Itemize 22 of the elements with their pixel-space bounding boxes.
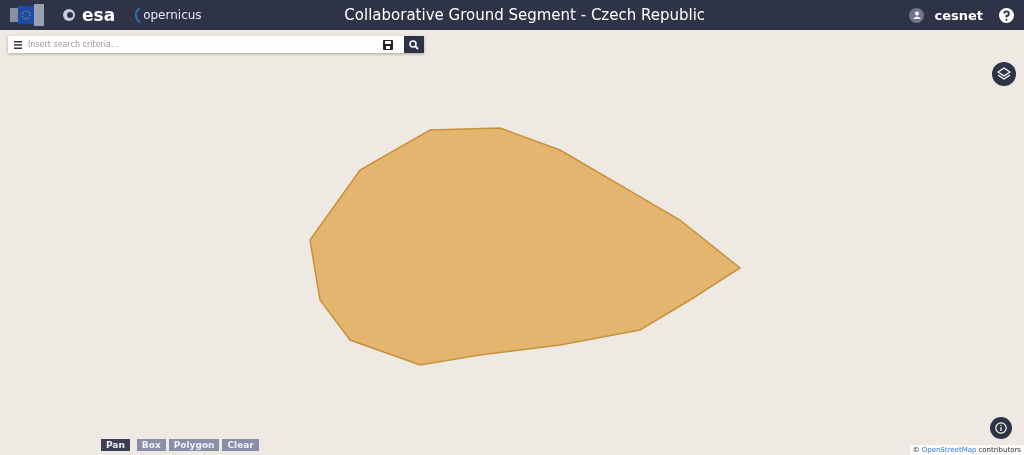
info-button[interactable] [990,417,1012,439]
draw-tool-button[interactable]: Pan [101,439,130,451]
cesnet-logo: cesnet [934,7,983,23]
flag-logo-icon [10,4,46,26]
globe-logo-icon [62,8,76,22]
search-icon [409,39,419,50]
user-icon [912,11,921,19]
search-field[interactable]: Insert search criteria... [8,36,404,53]
info-icon [995,422,1007,434]
copernicus-logo: opernicus [143,8,202,22]
draw-tool-button[interactable]: Polygon [168,439,220,451]
esa-logo: esa [82,5,116,25]
save-icon[interactable] [383,40,393,50]
draw-tool-button[interactable]: Box [136,439,166,451]
search-button[interactable] [404,36,424,53]
menu-icon[interactable] [14,41,22,49]
layers-button[interactable] [992,62,1016,86]
layers-icon [997,67,1011,81]
user-button[interactable] [909,7,925,23]
help-icon[interactable] [999,7,1014,23]
page-title: Collaborative Ground Segment - Czech Republic [343,6,707,24]
draw-tool-button[interactable]: Clear [222,439,259,451]
